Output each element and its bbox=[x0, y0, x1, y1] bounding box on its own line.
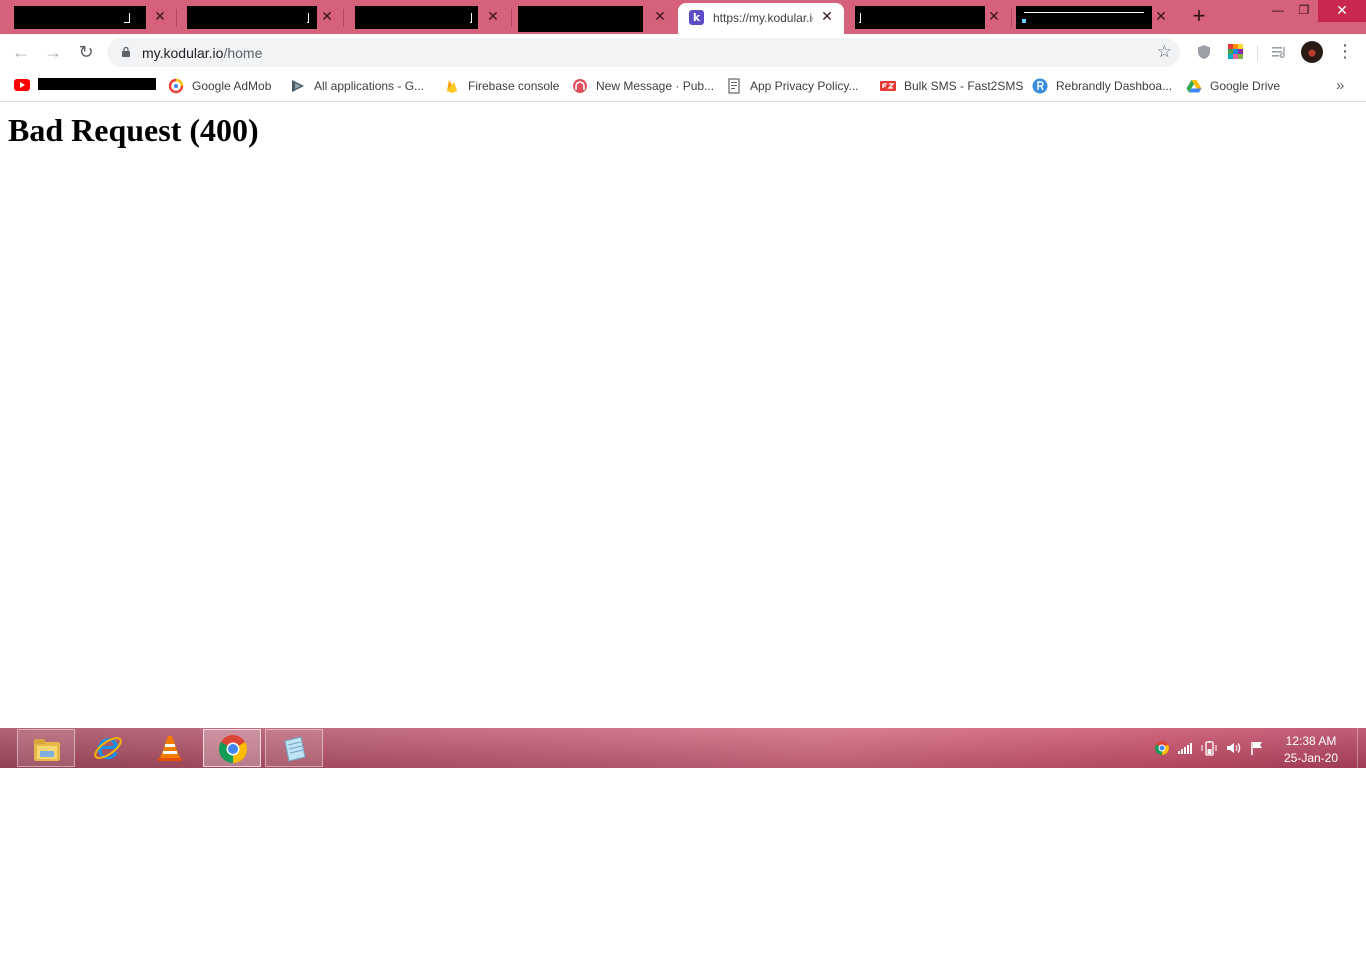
bookmark-label: Google Drive bbox=[1210, 79, 1281, 93]
browser-toolbar: ← → ↻ my.kodular.io/home ☆ ⋮ bbox=[0, 34, 1366, 71]
browser-tab[interactable]: ✕ bbox=[8, 3, 168, 34]
url-text[interactable]: my.kodular.io/home bbox=[142, 45, 262, 61]
bookmark-rebrandly[interactable]: Rebrandly Dashboa... bbox=[1032, 76, 1172, 96]
bookmark-pubnub[interactable]: New Message · Pub... bbox=[572, 76, 714, 96]
clock-time: 12:38 AM bbox=[1285, 734, 1337, 748]
restore-button[interactable]: ❐ bbox=[1290, 0, 1318, 22]
taskbar-notepad[interactable] bbox=[265, 729, 323, 767]
new-tab-button[interactable]: + bbox=[1189, 5, 1209, 27]
admob-icon bbox=[168, 78, 184, 94]
document-icon bbox=[728, 78, 740, 94]
fast2sms-icon bbox=[880, 81, 896, 91]
network-signal-icon[interactable] bbox=[1177, 740, 1193, 756]
tab-kodular-active[interactable]: k https://my.kodular.io/home ✕ bbox=[678, 3, 844, 34]
page-content: Bad Request (400) bbox=[0, 102, 1366, 728]
page-heading: Bad Request (400) bbox=[8, 112, 259, 148]
bookmark-firebase[interactable]: Firebase console bbox=[444, 76, 559, 96]
rebrandly-icon bbox=[1032, 78, 1048, 94]
active-tab-title: https://my.kodular.io/home bbox=[713, 11, 813, 25]
media-queue-icon[interactable] bbox=[1271, 43, 1289, 61]
redacted-tab-title bbox=[518, 6, 643, 32]
back-button[interactable]: ← bbox=[9, 41, 33, 65]
close-tab-icon[interactable]: ✕ bbox=[653, 9, 667, 23]
close-tab-icon[interactable]: ✕ bbox=[1154, 9, 1168, 23]
tab-strip: ✕ ✕ ✕ ✕ k https://my.kodular.io/home ✕ ✕ bbox=[0, 0, 1366, 34]
volume-icon[interactable] bbox=[1225, 740, 1241, 756]
close-tab-icon[interactable]: ✕ bbox=[153, 9, 167, 23]
show-desktop-button[interactable] bbox=[1357, 728, 1366, 768]
redacted-tab-title bbox=[855, 6, 985, 29]
bookmark-privacy-policy[interactable]: App Privacy Policy... bbox=[726, 76, 858, 96]
taskbar-file-explorer[interactable] bbox=[17, 729, 75, 767]
close-tab-icon[interactable]: ✕ bbox=[820, 9, 834, 23]
close-window-button[interactable]: ✕ bbox=[1318, 0, 1366, 22]
play-console-icon bbox=[292, 80, 304, 92]
taskbar-vlc[interactable] bbox=[141, 729, 199, 767]
windows-taskbar: 12:38 AM 25-Jan-20 bbox=[0, 728, 1366, 768]
bookmark-star-icon[interactable]: ☆ bbox=[1157, 42, 1172, 62]
redacted-tab-title bbox=[14, 6, 146, 29]
redacted-tab-title bbox=[1016, 6, 1152, 29]
file-explorer-icon bbox=[34, 739, 60, 761]
browser-tab[interactable]: ✕ bbox=[1014, 3, 1174, 34]
colorpick-extension-icon[interactable] bbox=[1227, 43, 1245, 61]
firebase-icon bbox=[447, 80, 457, 93]
taskbar-chrome[interactable] bbox=[203, 729, 261, 767]
action-center-flag-icon[interactable] bbox=[1249, 740, 1265, 756]
youtube-icon[interactable] bbox=[14, 79, 30, 91]
notepad-icon bbox=[284, 736, 306, 762]
bookmark-label: Google AdMob bbox=[192, 79, 272, 93]
kodular-k-icon: k bbox=[689, 10, 704, 25]
chrome-icon bbox=[219, 735, 247, 763]
bookmark-label: Firebase console bbox=[468, 79, 560, 93]
browser-tab[interactable]: ✕ bbox=[348, 3, 508, 34]
bookmark-admob[interactable]: Google AdMob bbox=[168, 76, 271, 96]
uncaptured-area bbox=[0, 768, 1366, 974]
adblock-shield-icon[interactable] bbox=[1195, 43, 1213, 61]
bookmarks-overflow-button[interactable]: » bbox=[1336, 77, 1344, 94]
browser-tab[interactable]: ✕ bbox=[848, 3, 1008, 34]
profile-avatar[interactable] bbox=[1301, 41, 1323, 63]
close-tab-icon[interactable]: ✕ bbox=[987, 9, 1001, 23]
bookmark-label: Rebrandly Dashboa... bbox=[1056, 79, 1173, 93]
bookmark-play-console[interactable]: All applications - G... bbox=[290, 76, 424, 96]
tray-chrome-icon[interactable] bbox=[1154, 740, 1170, 756]
bookmark-label: New Message · Pub... bbox=[596, 79, 715, 93]
battery-icon[interactable] bbox=[1201, 740, 1217, 756]
browser-tab[interactable]: ✕ bbox=[180, 3, 340, 34]
lock-icon[interactable] bbox=[121, 47, 131, 57]
reload-button[interactable]: ↻ bbox=[74, 41, 98, 65]
minimize-button[interactable]: — bbox=[1264, 0, 1292, 22]
bookmark-fast2sms[interactable]: Bulk SMS - Fast2SMS bbox=[880, 76, 1023, 96]
redacted-tab-title bbox=[355, 6, 478, 29]
redacted-tab-title bbox=[187, 6, 317, 29]
pubnub-icon bbox=[573, 79, 587, 93]
bookmark-google-drive[interactable]: Google Drive bbox=[1186, 76, 1280, 96]
bookmark-label: All applications - G... bbox=[314, 79, 425, 93]
close-tab-icon[interactable]: ✕ bbox=[320, 9, 334, 23]
vlc-icon bbox=[158, 736, 182, 761]
browser-tab[interactable]: ✕ bbox=[515, 3, 675, 34]
url-path: /home bbox=[223, 45, 263, 61]
url-host: my.kodular.io bbox=[142, 45, 224, 61]
browser-menu-button[interactable]: ⋮ bbox=[1336, 40, 1354, 64]
redacted-bookmark[interactable] bbox=[38, 78, 156, 90]
forward-button[interactable]: → bbox=[41, 41, 65, 65]
address-bar[interactable]: my.kodular.io/home ☆ bbox=[107, 38, 1180, 67]
google-drive-icon bbox=[1186, 80, 1202, 93]
taskbar-clock[interactable]: 12:38 AM 25-Jan-20 bbox=[1272, 733, 1350, 767]
internet-explorer-icon bbox=[94, 737, 122, 760]
bookmark-label: Bulk SMS - Fast2SMS bbox=[904, 79, 1024, 93]
clock-date: 25-Jan-20 bbox=[1283, 751, 1339, 765]
bookmarks-bar: Google AdMob All applications - G... Fir… bbox=[0, 71, 1366, 102]
taskbar-internet-explorer[interactable] bbox=[79, 729, 137, 767]
bookmark-label: App Privacy Policy... bbox=[750, 79, 859, 93]
close-tab-icon[interactable]: ✕ bbox=[486, 9, 500, 23]
